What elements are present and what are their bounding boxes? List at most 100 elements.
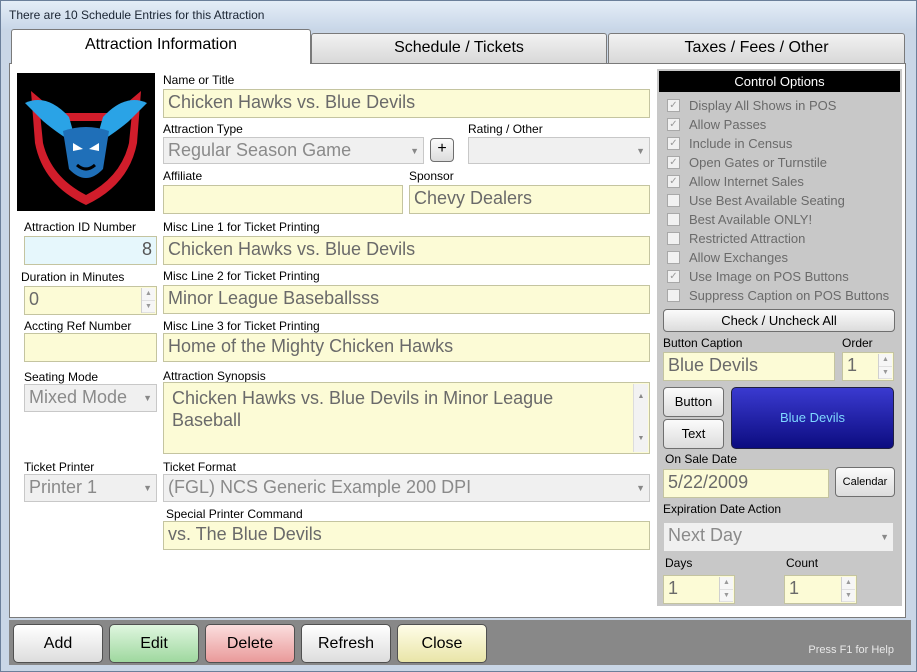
add-button[interactable]: Add xyxy=(13,624,103,663)
misc-line-1-input[interactable]: Chicken Hawks vs. Blue Devils xyxy=(163,236,650,265)
sponsor-input[interactable]: Chevy Dealers xyxy=(409,185,650,214)
add-attraction-type-button[interactable]: + xyxy=(430,138,454,162)
synopsis-textarea[interactable]: Chicken Hawks vs. Blue Devils in Minor L… xyxy=(163,382,650,454)
pos-button-preview[interactable]: Blue Devils xyxy=(731,387,894,449)
name-label: Name or Title xyxy=(163,73,235,87)
spin-up-icon[interactable]: ▲ xyxy=(842,577,855,590)
tab-schedule-tickets[interactable]: Schedule / Tickets xyxy=(311,33,607,63)
spin-down-icon[interactable]: ▼ xyxy=(720,589,733,602)
expiration-select[interactable]: Next Day ▼ xyxy=(663,522,894,552)
checkbox-unchecked-icon[interactable] xyxy=(667,193,680,207)
scroll-up-icon[interactable]: ▲ xyxy=(634,386,648,408)
chevron-down-icon: ▼ xyxy=(636,145,645,156)
option-use-image-on-pos[interactable]: ✓ Use Image on POS Buttons xyxy=(667,267,849,285)
option-allow-passes[interactable]: ✓ Allow Passes xyxy=(667,115,766,133)
edit-button[interactable]: Edit xyxy=(109,624,199,663)
spin-down-icon[interactable]: ▼ xyxy=(142,300,155,313)
checkbox-checked-icon[interactable]: ✓ xyxy=(667,98,680,112)
duration-value: 0 xyxy=(29,289,40,309)
button-color-button[interactable]: Button xyxy=(663,387,724,417)
order-spin[interactable]: ▲ ▼ xyxy=(878,354,892,379)
misc-line-3-input[interactable]: Home of the Mighty Chicken Hawks xyxy=(163,333,650,362)
checkbox-checked-icon[interactable]: ✓ xyxy=(667,269,680,283)
check-uncheck-all-button[interactable]: Check / Uncheck All xyxy=(663,309,895,332)
scroll-down-icon[interactable]: ▼ xyxy=(634,428,648,450)
ticket-format-select[interactable]: (FGL) NCS Generic Example 200 DPI ▼ xyxy=(163,474,650,502)
order-value: 1 xyxy=(847,355,858,375)
checkbox-checked-icon[interactable]: ✓ xyxy=(667,136,680,150)
spin-down-icon[interactable]: ▼ xyxy=(879,366,892,379)
chevron-down-icon: ▼ xyxy=(636,483,645,493)
checkbox-checked-icon[interactable]: ✓ xyxy=(667,174,680,188)
option-label: Use Best Available Seating xyxy=(689,192,845,208)
spin-up-icon[interactable]: ▲ xyxy=(142,288,155,301)
tab-taxes-fees-other[interactable]: Taxes / Fees / Other xyxy=(608,33,905,63)
spin-up-icon[interactable]: ▲ xyxy=(720,577,733,590)
special-cmd-input[interactable]: vs. The Blue Devils xyxy=(163,521,650,550)
option-allow-exchanges[interactable]: Allow Exchanges xyxy=(667,248,788,266)
action-bar: Add Edit Delete Refresh Close Press F1 f… xyxy=(9,620,911,665)
option-best-available-seating[interactable]: Use Best Available Seating xyxy=(667,191,845,209)
checkbox-unchecked-icon[interactable] xyxy=(667,250,680,264)
option-label: Best Available ONLY! xyxy=(689,211,813,227)
close-button[interactable]: Close xyxy=(397,624,487,663)
option-label: Restricted Attraction xyxy=(689,230,806,246)
days-spin[interactable]: ▲ ▼ xyxy=(719,577,733,602)
option-label: Use Image on POS Buttons xyxy=(689,268,849,284)
tab-attraction-information[interactable]: Attraction Information xyxy=(11,29,311,64)
spin-down-icon[interactable]: ▼ xyxy=(842,589,855,602)
rating-select[interactable]: ▼ xyxy=(468,137,650,164)
days-label: Days xyxy=(665,556,693,570)
special-cmd-label: Special Printer Command xyxy=(166,507,303,521)
refresh-button[interactable]: Refresh xyxy=(301,624,391,663)
spin-up-icon[interactable]: ▲ xyxy=(879,354,892,367)
attraction-type-label: Attraction Type xyxy=(163,122,243,136)
misc-line-1-label: Misc Line 1 for Ticket Printing xyxy=(163,220,320,234)
chevron-down-icon: ▼ xyxy=(880,532,889,542)
option-open-gates[interactable]: ✓ Open Gates or Turnstile xyxy=(667,153,827,171)
chevron-down-icon: ▼ xyxy=(143,393,152,403)
duration-spin[interactable]: ▲ ▼ xyxy=(141,288,155,313)
option-label: Allow Exchanges xyxy=(689,249,788,265)
accting-ref-input[interactable] xyxy=(24,333,157,362)
ticket-printer-select[interactable]: Printer 1 ▼ xyxy=(24,474,157,502)
checkbox-checked-icon[interactable]: ✓ xyxy=(667,117,680,131)
days-stepper[interactable]: 1 ▲ ▼ xyxy=(663,575,735,604)
option-label: Include in Census xyxy=(689,135,793,151)
checkbox-unchecked-icon[interactable] xyxy=(667,288,680,302)
option-display-all-shows[interactable]: ✓ Display All Shows in POS xyxy=(667,96,836,114)
synopsis-scrollbar[interactable]: ▲ ▼ xyxy=(633,384,648,452)
delete-button[interactable]: Delete xyxy=(205,624,295,663)
affiliate-input[interactable] xyxy=(163,185,403,214)
expiration-value: Next Day xyxy=(668,525,743,545)
count-stepper[interactable]: 1 ▲ ▼ xyxy=(784,575,857,604)
order-stepper[interactable]: 1 ▲ ▼ xyxy=(842,352,894,381)
duration-stepper[interactable]: 0 ▲ ▼ xyxy=(24,286,157,315)
control-options-panel: Control Options ✓ Display All Shows in PO… xyxy=(657,69,902,606)
checkbox-unchecked-icon[interactable] xyxy=(667,212,680,226)
option-restricted-attraction[interactable]: Restricted Attraction xyxy=(667,229,805,247)
ticket-format-label: Ticket Format xyxy=(163,460,236,474)
accting-ref-label: Accting Ref Number xyxy=(24,319,132,333)
seating-mode-value: Mixed Mode xyxy=(29,387,128,407)
option-suppress-caption[interactable]: Suppress Caption on POS Buttons xyxy=(667,286,889,304)
checkbox-checked-icon[interactable]: ✓ xyxy=(667,155,680,169)
option-best-available-only[interactable]: Best Available ONLY! xyxy=(667,210,812,228)
name-input[interactable]: Chicken Hawks vs. Blue Devils xyxy=(163,89,650,118)
option-include-in-census[interactable]: ✓ Include in Census xyxy=(667,134,792,152)
synopsis-label: Attraction Synopsis xyxy=(163,369,266,383)
sponsor-label: Sponsor xyxy=(409,169,454,183)
text-color-button[interactable]: Text xyxy=(663,419,724,449)
seating-mode-select[interactable]: Mixed Mode ▼ xyxy=(24,384,157,412)
misc-line-2-input[interactable]: Minor League Baseballsss xyxy=(163,285,650,314)
attraction-id-label: Attraction ID Number xyxy=(24,220,137,234)
count-spin[interactable]: ▲ ▼ xyxy=(841,577,855,602)
option-allow-internet-sales[interactable]: ✓ Allow Internet Sales xyxy=(667,172,804,190)
calendar-button[interactable]: Calendar xyxy=(835,467,895,497)
attraction-type-select[interactable]: Regular Season Game ▼ xyxy=(163,137,424,164)
button-caption-input[interactable]: Blue Devils xyxy=(663,352,835,381)
tab-strip: Attraction Information Schedule / Ticket… xyxy=(9,29,906,65)
ticket-printer-value: Printer 1 xyxy=(29,477,98,497)
checkbox-unchecked-icon[interactable] xyxy=(667,231,680,245)
on-sale-date-input[interactable]: 5/22/2009 xyxy=(663,469,829,498)
